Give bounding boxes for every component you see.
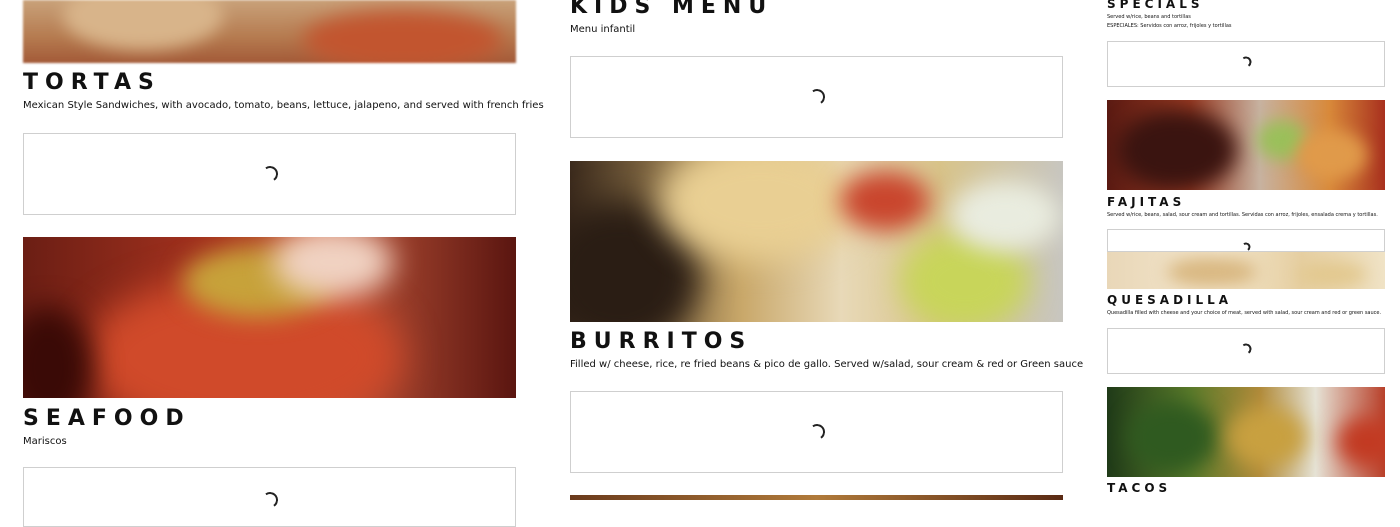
specials-description-es: ESPECIALES: Servidos con arroz, frijoles… [1107, 23, 1232, 29]
quesadilla-description: Quesadilla filled with cheese and your c… [1107, 310, 1382, 316]
kids-menu-description: Menu infantil [570, 24, 636, 35]
fajitas-items-loader [1107, 229, 1385, 253]
quesadilla-image [1107, 252, 1385, 289]
kids-menu-items-loader [570, 56, 1063, 138]
kids-menu-title: KIDS MENU [570, 0, 774, 19]
fajitas-image [1107, 100, 1385, 190]
tacos-image [1107, 387, 1385, 477]
seafood-title: SEAFOOD [23, 406, 191, 431]
quesadilla-items-loader [1107, 328, 1385, 374]
seafood-description: Mariscos [23, 436, 67, 447]
quesadilla-title: QUESADILLA [1107, 293, 1233, 307]
burritos-title: BURRITOS [570, 329, 753, 354]
tortas-title: TORTAS [23, 70, 161, 95]
loading-spinner-icon [807, 87, 826, 107]
tortas-description: Mexican Style Sandwiches, with avocado, … [23, 100, 544, 111]
seafood-items-loader [23, 467, 516, 527]
specials-items-loader [1107, 41, 1385, 87]
burritos-description: Filled w/ cheese, rice, re fried beans &… [570, 359, 1084, 370]
specials-description: Served w/rice, beans and tortillas [1107, 14, 1191, 20]
tortas-items-loader [23, 133, 516, 215]
loading-spinner-icon [260, 164, 279, 184]
loading-spinner-icon [1239, 342, 1253, 356]
fajitas-description: Served w/rice, beans, salad, sour cream … [1107, 212, 1378, 218]
burritos-image [570, 161, 1063, 322]
burritos-items-loader [570, 391, 1063, 473]
next-section-image [570, 495, 1063, 500]
seafood-image [23, 237, 516, 398]
loading-spinner-icon [807, 422, 826, 442]
loading-spinner-icon [1239, 55, 1253, 69]
loading-spinner-icon [260, 490, 279, 510]
loading-spinner-icon [1240, 241, 1252, 253]
tortas-image-top [23, 0, 516, 63]
tacos-title: TACOS [1107, 481, 1172, 495]
fajitas-title: FAJITAS [1107, 195, 1186, 209]
specials-title: SPECIALS [1107, 0, 1204, 11]
